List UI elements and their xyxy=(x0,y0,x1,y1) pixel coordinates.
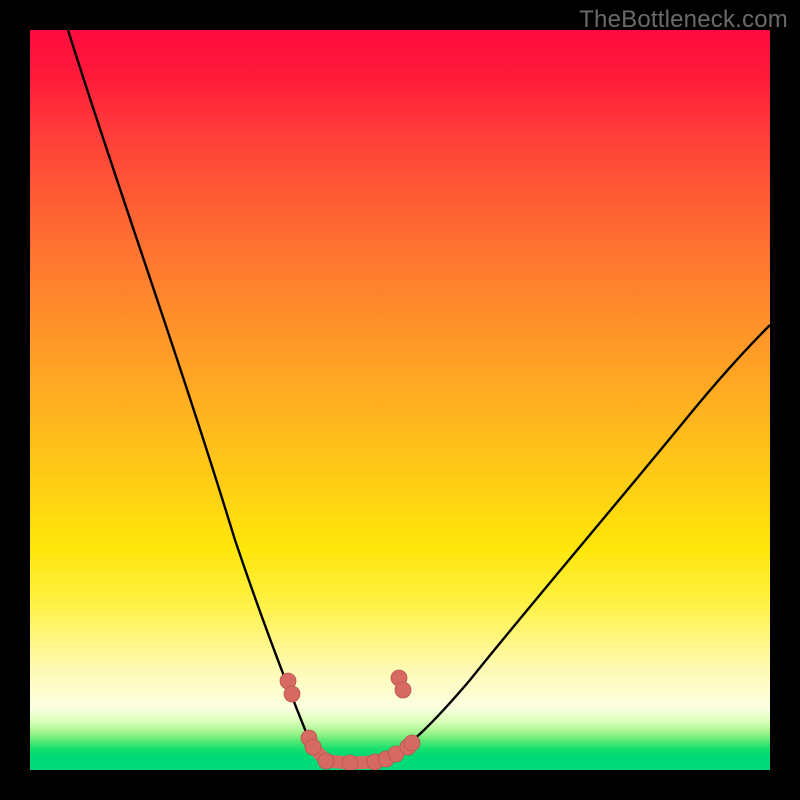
chart-frame: TheBottleneck.com xyxy=(0,0,800,800)
marker-dot xyxy=(284,686,300,702)
marker-dot xyxy=(305,739,321,755)
right-curve xyxy=(385,325,770,760)
chart-plot-area xyxy=(30,30,770,770)
marker-dot xyxy=(342,755,358,770)
left-curve xyxy=(68,30,326,761)
marker-dot xyxy=(395,682,411,698)
marker-dot xyxy=(404,735,420,751)
chart-svg xyxy=(30,30,770,770)
marker-dot xyxy=(318,753,334,769)
watermark-text: TheBottleneck.com xyxy=(579,6,788,34)
